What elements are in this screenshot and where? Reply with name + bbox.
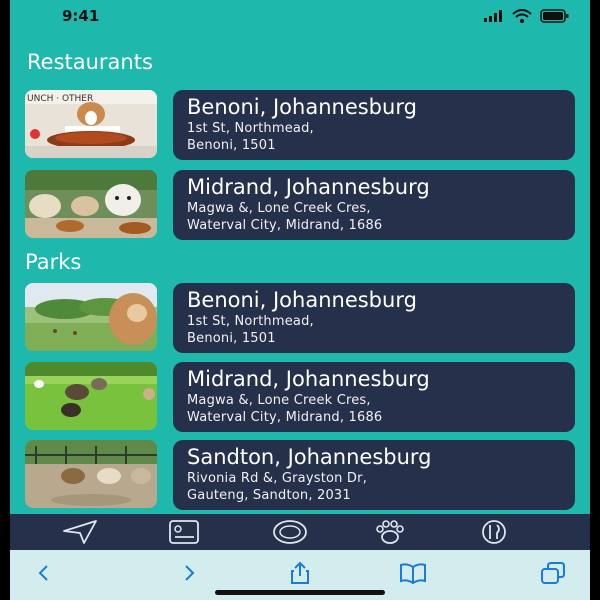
location-address: Magwa &, Lone Creek Cres, Waterval City,… [187, 393, 383, 425]
chat-bubble-icon[interactable] [267, 518, 313, 546]
location-city: Benoni, Johannesburg [187, 288, 417, 312]
battery-icon [540, 9, 569, 23]
restaurant-card-midrand[interactable]: Midrand, Johannesburg Magwa &, Lone Cree… [25, 170, 575, 240]
status-bar: 9:41 [10, 0, 590, 36]
location-city: Benoni, Johannesburg [187, 95, 417, 119]
location-city: Sandton, Johannesburg [187, 445, 432, 469]
restaurant-card-benoni[interactable]: UNCH · OTHER Benoni, Johannesburg 1st St… [25, 90, 575, 160]
location-city: Midrand, Johannesburg [187, 367, 430, 391]
status-time: 9:41 [62, 7, 100, 25]
paw-print-icon[interactable] [367, 518, 413, 546]
park-info: Midrand, Johannesburg Magwa &, Lone Cree… [173, 362, 575, 432]
dogs-running-on-grass-photo [25, 362, 157, 430]
wifi-icon [512, 9, 532, 23]
signal-icon [484, 10, 502, 22]
phone-screen: 9:41 Restaurants UNCH · OTHER Benoni, Jo… [10, 0, 590, 600]
dogs-playing-on-dirt-photo [25, 440, 157, 508]
navigation-arrow-icon[interactable] [57, 518, 103, 546]
svg-text:UNCH · OTHER: UNCH · OTHER [27, 94, 93, 104]
bookmarks-book-icon[interactable] [395, 558, 431, 588]
park-card-midrand[interactable]: Midrand, Johannesburg Magwa &, Lone Cree… [25, 362, 575, 432]
back-chevron-icon[interactable] [26, 558, 62, 588]
location-address: Rivonia Rd &, Grayston Dr, Gauteng, Sand… [187, 471, 368, 503]
location-address: 1st St, Northmead, Benoni, 1501 [187, 121, 314, 153]
park-info: Sandton, Johannesburg Rivonia Rd &, Gray… [173, 440, 575, 510]
status-indicators [484, 9, 570, 23]
card-list-icon[interactable] [161, 518, 207, 546]
park-card-sandton[interactable]: Sandton, Johannesburg Rivonia Rd &, Gray… [25, 440, 575, 510]
park-card-benoni[interactable]: Benoni, Johannesburg 1st St, Northmead, … [25, 283, 575, 353]
park-info: Benoni, Johannesburg 1st St, Northmead, … [173, 283, 575, 353]
dog-at-lunch-table-photo: UNCH · OTHER [25, 90, 157, 158]
section-title-restaurants: Restaurants [27, 50, 153, 74]
restaurant-info: Midrand, Johannesburg Magwa &, Lone Cree… [173, 170, 575, 240]
section-title-parks: Parks [25, 250, 82, 274]
forward-chevron-icon[interactable] [171, 558, 207, 588]
home-indicator [215, 590, 385, 595]
cutlery-icon[interactable] [471, 518, 517, 546]
tabs-icon[interactable] [535, 558, 571, 588]
dog-in-park-photo [25, 283, 157, 351]
restaurant-info: Benoni, Johannesburg 1st St, Northmead, … [173, 90, 575, 160]
app-tab-bar [10, 514, 590, 550]
browser-toolbar [10, 550, 590, 600]
location-address: 1st St, Northmead, Benoni, 1501 [187, 314, 314, 346]
dogs-with-food-photo [25, 170, 157, 238]
location-city: Midrand, Johannesburg [187, 175, 430, 199]
location-address: Magwa &, Lone Creek Cres, Waterval City,… [187, 201, 383, 233]
share-icon[interactable] [282, 558, 318, 588]
